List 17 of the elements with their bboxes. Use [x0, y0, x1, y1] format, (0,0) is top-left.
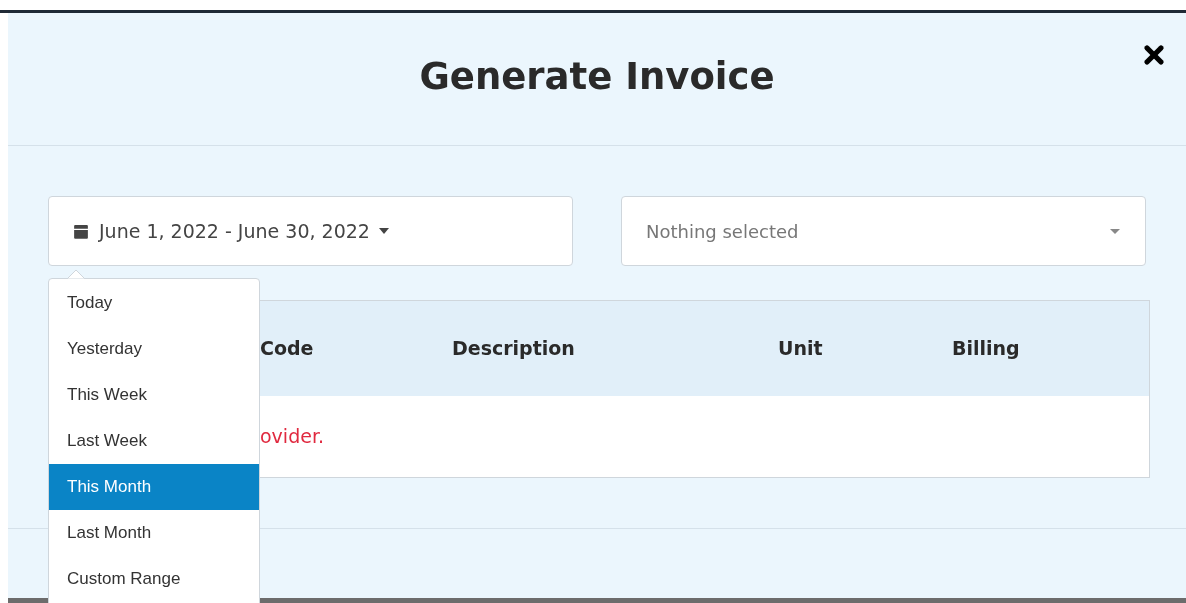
date-range-picker[interactable]: June 1, 2022 - June 30, 2022 — [48, 196, 573, 266]
menu-item[interactable]: Yesterday — [49, 326, 259, 372]
menu-item[interactable]: This Month — [49, 464, 259, 510]
column-header: Unit — [778, 336, 823, 362]
menu-item[interactable]: Today — [49, 280, 259, 326]
caret-icon — [377, 227, 390, 235]
menu-item[interactable]: This Week — [49, 372, 259, 418]
column-header: Code — [260, 336, 314, 362]
menu-item[interactable]: Custom Range — [49, 556, 259, 602]
menu-item[interactable]: Last Week — [49, 418, 259, 464]
error-message: ovider. — [260, 424, 324, 450]
column-header: Description — [452, 336, 575, 362]
menu-item[interactable]: Last Month — [49, 510, 259, 556]
column-header: Billing — [952, 336, 1020, 362]
provider-select[interactable]: Nothing selected — [621, 196, 1146, 266]
modal-title: Generate Invoice — [419, 54, 775, 101]
caret-icon — [1109, 227, 1121, 235]
